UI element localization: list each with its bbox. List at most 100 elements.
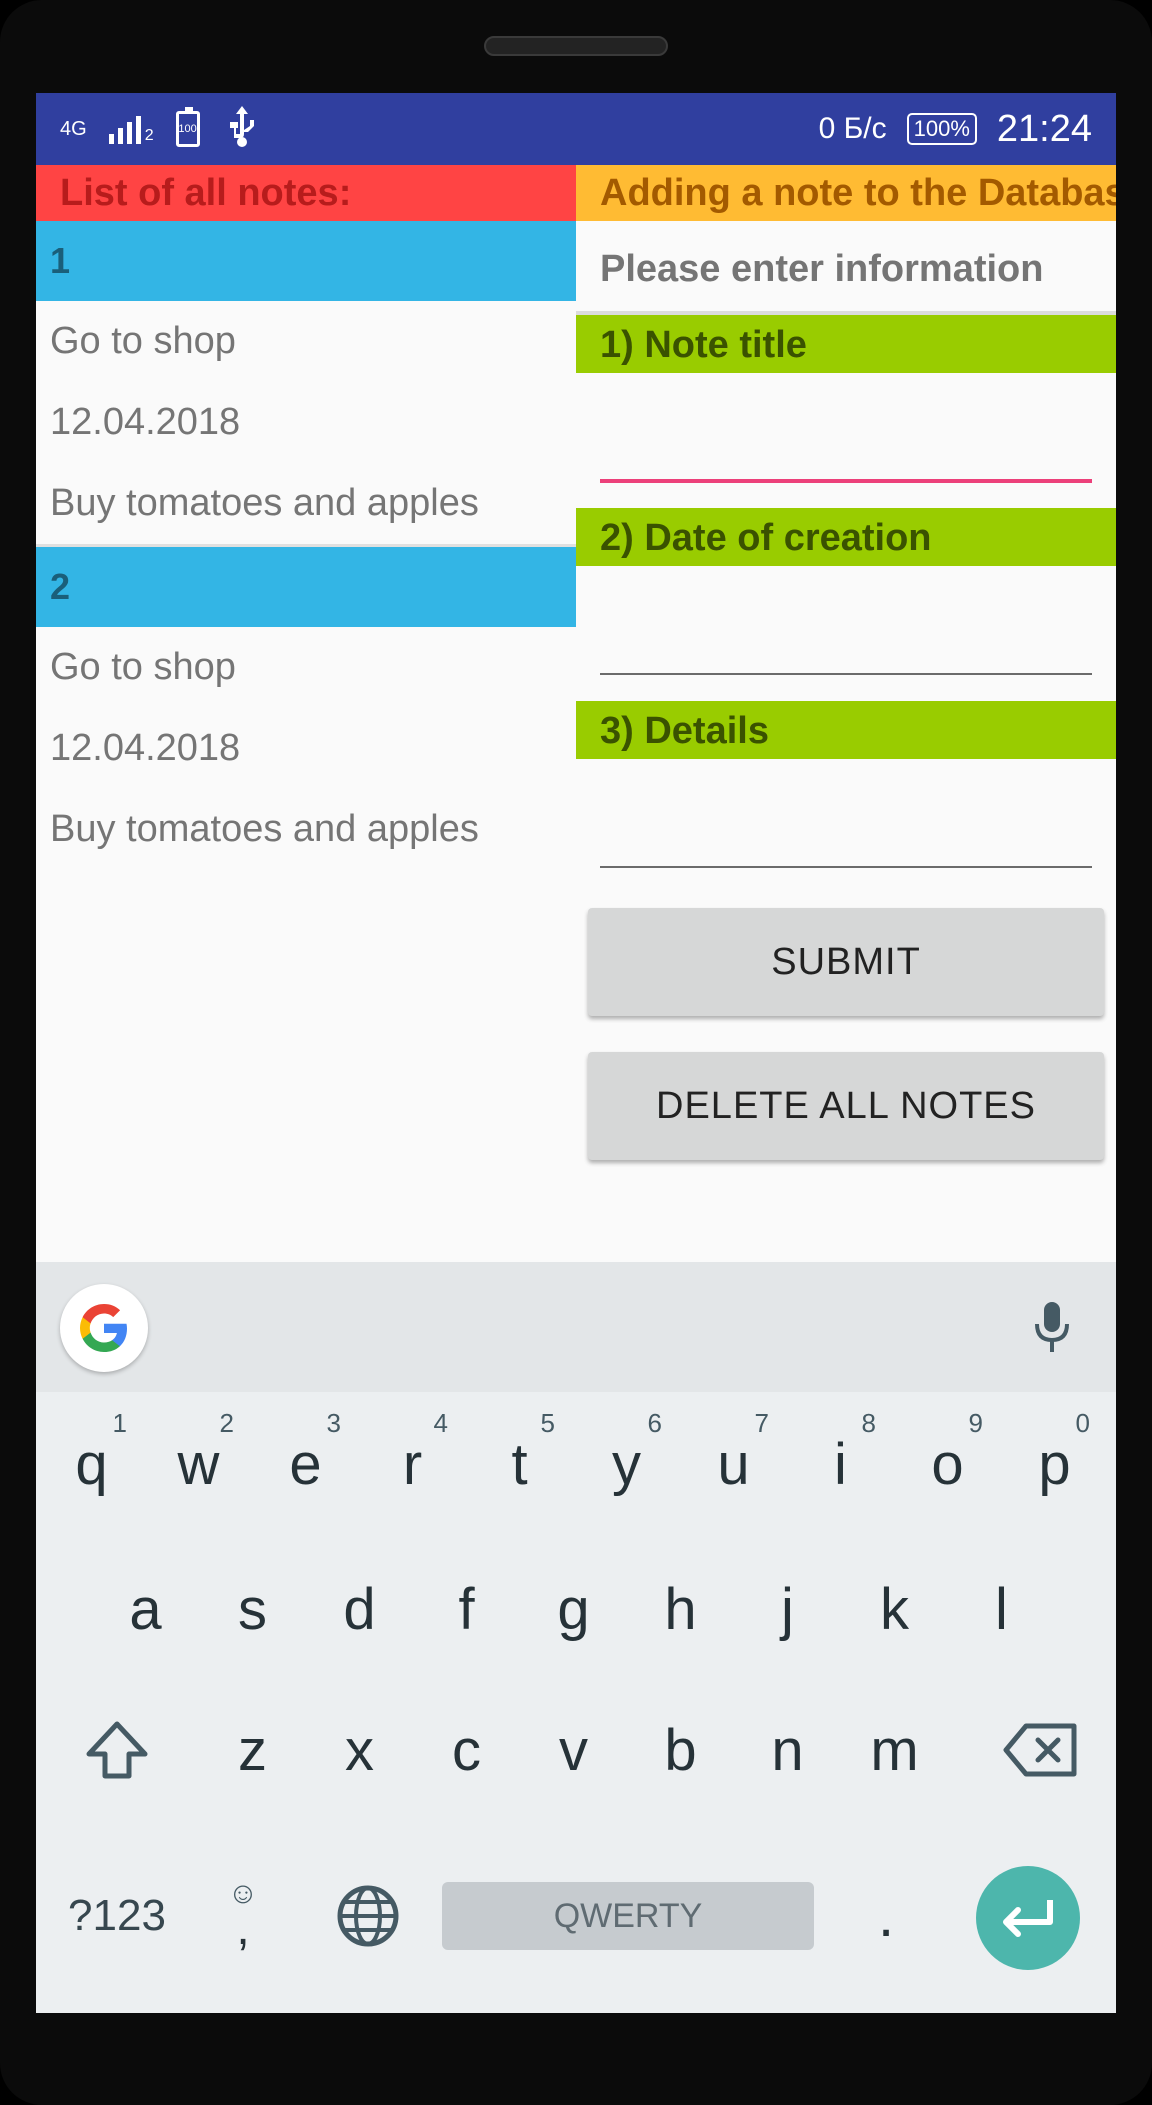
delete-all-notes-button[interactable]: DELETE ALL NOTES	[588, 1052, 1104, 1160]
key-s[interactable]: s	[199, 1549, 306, 1669]
note-id: 1	[36, 221, 576, 301]
key-x[interactable]: x	[306, 1690, 413, 1810]
key-v[interactable]: v	[520, 1690, 627, 1810]
key-t[interactable]: t5	[466, 1404, 573, 1524]
key-a[interactable]: a	[92, 1549, 199, 1669]
key-hint: 1	[112, 1408, 127, 1438]
backspace-icon	[1003, 1723, 1077, 1777]
note-item[interactable]: 1 Go to shop 12.04.2018 Buy tomatoes and…	[36, 221, 576, 544]
shift-key[interactable]	[56, 1690, 178, 1810]
key-n[interactable]: n	[734, 1690, 841, 1810]
key-label: e	[289, 1431, 322, 1497]
key-hint: 5	[540, 1408, 555, 1438]
key-r[interactable]: r4	[359, 1404, 466, 1524]
date-of-creation-label: 2) Date of creation	[576, 508, 1116, 566]
enter-key[interactable]	[976, 1866, 1080, 1970]
battery-icon-text: 100	[178, 123, 197, 135]
network-type-icon: 4G	[60, 118, 87, 140]
key-label: i	[834, 1431, 847, 1497]
microphone-icon[interactable]	[1032, 1300, 1072, 1361]
date-of-creation-field	[576, 566, 1116, 701]
key-e[interactable]: e3	[252, 1404, 359, 1524]
symbols-key[interactable]: ?123	[56, 1856, 178, 1976]
input-underline	[600, 673, 1092, 675]
details-input[interactable]	[600, 789, 1096, 871]
add-note-header: Adding a note to the Database	[576, 165, 1116, 221]
note-title-field	[576, 373, 1116, 508]
keyboard-suggestion-strip	[36, 1262, 1116, 1392]
signal-strength-icon: 2	[108, 114, 154, 144]
note-title: Go to shop	[50, 320, 236, 362]
key-m[interactable]: m	[841, 1690, 948, 1810]
notes-list-panel: List of all notes: 1 Go to shop 12.04.20…	[36, 165, 576, 1262]
details-field	[576, 759, 1116, 894]
battery-percent: 100%	[906, 113, 977, 145]
key-hint: 8	[861, 1408, 876, 1438]
key-w[interactable]: w2	[145, 1404, 252, 1524]
sim-slot-label: 2	[144, 127, 154, 144]
keyboard-row-3: zxcvbnm	[36, 1690, 1116, 1830]
note-title: Go to shop	[50, 646, 236, 688]
phone-frame: 4G 2 100 0 Б/с 100% 21:24 List of all no…	[0, 0, 1152, 2105]
key-hint: 3	[326, 1408, 341, 1438]
key-hint: 6	[647, 1408, 662, 1438]
key-hint: 0	[1075, 1408, 1090, 1438]
key-z[interactable]: z	[199, 1690, 306, 1810]
key-label: w	[177, 1431, 220, 1497]
key-p[interactable]: p0	[1001, 1404, 1108, 1524]
note-title-label: 1) Note title	[576, 315, 1116, 373]
key-i[interactable]: i8	[787, 1404, 894, 1524]
key-o[interactable]: o9	[894, 1404, 1001, 1524]
key-y[interactable]: y6	[573, 1404, 680, 1524]
key-b[interactable]: b	[627, 1690, 734, 1810]
add-note-panel: Adding a note to the Database Please ent…	[576, 165, 1116, 1262]
key-g[interactable]: g	[520, 1549, 627, 1669]
key-label: o	[931, 1431, 964, 1497]
key-label: y	[612, 1431, 641, 1497]
comma-label: ,	[236, 1902, 250, 1955]
key-f[interactable]: f	[413, 1549, 520, 1669]
key-label: t	[511, 1431, 528, 1497]
note-id: 2	[36, 547, 576, 627]
note-item[interactable]: 2 Go to shop 12.04.2018 Buy tomatoes and…	[36, 547, 576, 870]
soft-keyboard: q1w2e3r4t5y6u7i8o9p0 asdfghjkl zxcvbnm ?…	[36, 1262, 1116, 2013]
key-hint: 9	[968, 1408, 983, 1438]
key-l[interactable]: l	[948, 1549, 1055, 1669]
key-q[interactable]: q1	[38, 1404, 145, 1524]
input-underline	[600, 866, 1092, 868]
date-of-creation-input[interactable]	[600, 596, 1096, 678]
key-u[interactable]: u7	[680, 1404, 787, 1524]
period-key[interactable]: .	[836, 1856, 936, 1976]
google-search-button[interactable]	[60, 1284, 148, 1372]
key-h[interactable]: h	[627, 1549, 734, 1669]
clock: 21:24	[996, 107, 1092, 150]
battery-icon: 100	[175, 107, 200, 147]
note-title-input[interactable]	[600, 403, 1096, 485]
notes-list-header: List of all notes:	[36, 165, 576, 221]
key-label: u	[717, 1431, 750, 1497]
comma-emoji-key[interactable]: ☺ ,	[198, 1854, 288, 1974]
space-key[interactable]: QWERTY	[442, 1882, 814, 1950]
details-label: 3) Details	[576, 701, 1116, 759]
key-d[interactable]: d	[306, 1549, 413, 1669]
key-label: p	[1038, 1431, 1071, 1497]
google-g-icon	[80, 1304, 127, 1352]
key-k[interactable]: k	[841, 1549, 948, 1669]
backspace-key[interactable]	[984, 1690, 1096, 1810]
earpiece-speaker	[484, 36, 668, 56]
keyboard-row-1: q1w2e3r4t5y6u7i8o9p0	[36, 1392, 1116, 1532]
key-j[interactable]: j	[734, 1549, 841, 1669]
keyboard-row-2: asdfghjkl	[36, 1537, 1116, 1677]
shift-icon	[86, 1721, 148, 1779]
key-label: r	[402, 1431, 423, 1497]
data-speed: 0 Б/с	[818, 112, 887, 145]
form-prompt: Please enter information	[576, 221, 1116, 315]
key-c[interactable]: c	[413, 1690, 520, 1810]
note-details: Buy tomatoes and apples	[50, 808, 479, 850]
language-key[interactable]	[316, 1856, 420, 1976]
key-hint: 4	[433, 1408, 448, 1438]
submit-button[interactable]: SUBMIT	[588, 908, 1104, 1016]
keyboard-row-4: ?123 ☺ , QWERTY .	[36, 1844, 1116, 1984]
globe-icon	[337, 1885, 399, 1947]
key-hint: 7	[754, 1408, 769, 1438]
